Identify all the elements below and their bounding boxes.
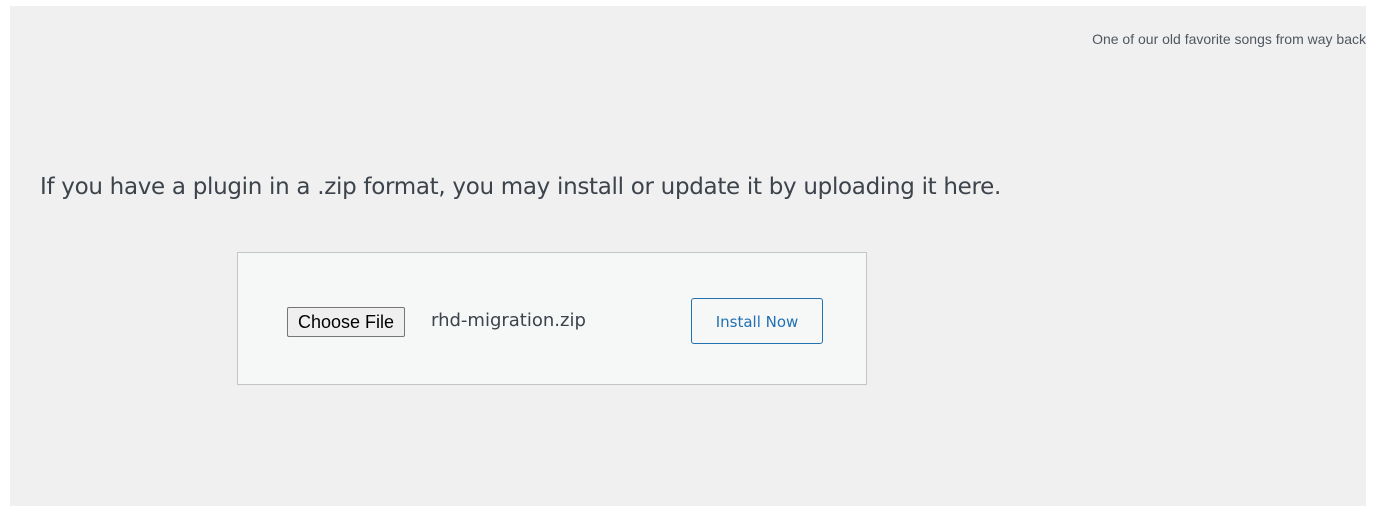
main-content-area: One of our old favorite songs from way b…	[10, 6, 1366, 506]
choose-file-button[interactable]: Choose File	[287, 307, 406, 337]
upload-plugin-help: If you have a plugin in a .zip format, y…	[40, 174, 1002, 200]
selected-file-name: rhd-migration.zip	[431, 310, 586, 331]
install-now-button[interactable]: Install Now	[691, 298, 823, 344]
hello-dolly-lyric: One of our old favorite songs from way b…	[1092, 31, 1366, 47]
upload-plugin-form: Choose File rhd-migration.zip Install No…	[237, 252, 867, 385]
